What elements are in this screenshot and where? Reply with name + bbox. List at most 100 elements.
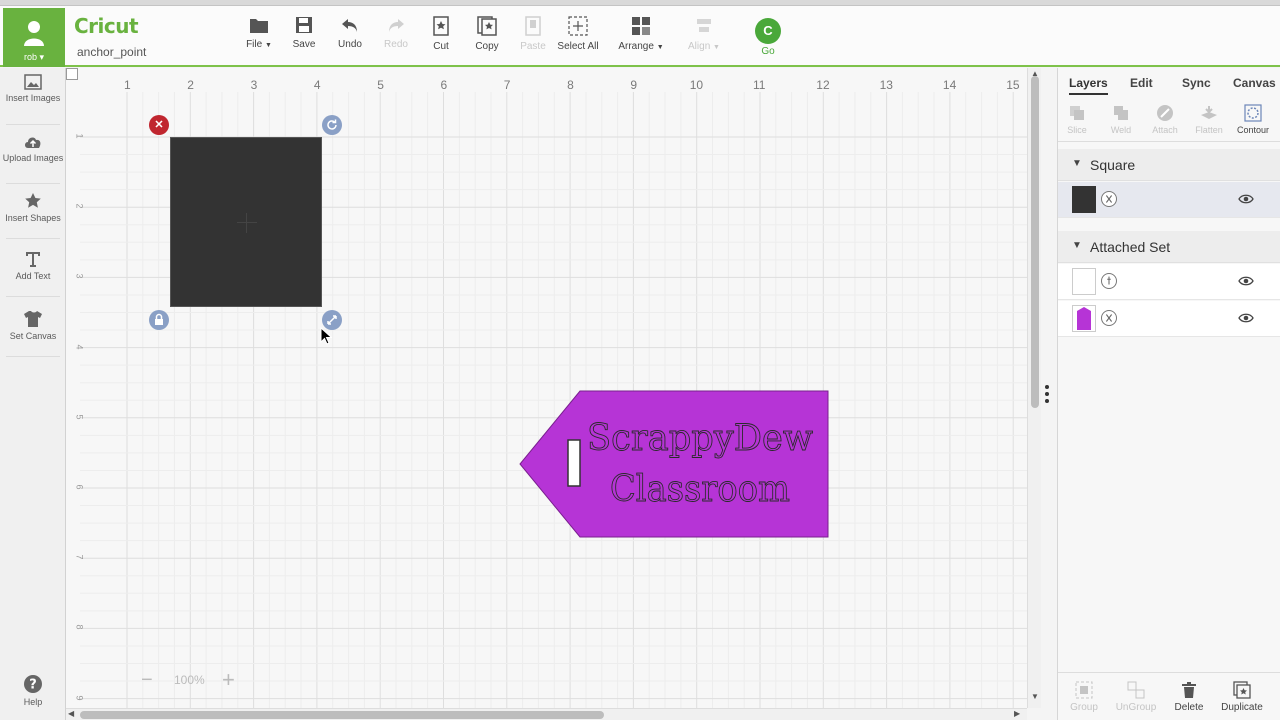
- ruler-tick-label: 3: [74, 273, 85, 279]
- layer-group-attached-set[interactable]: ▼ Attached Set: [1058, 231, 1280, 263]
- chevron-down-icon: ▼: [713, 44, 720, 51]
- zoom-level: 100%: [174, 673, 205, 687]
- layer-group-square[interactable]: ▼ Square: [1058, 149, 1280, 181]
- text-icon: [26, 252, 40, 267]
- tag-text-line2: Classroom: [610, 469, 790, 510]
- divider: [6, 296, 60, 297]
- add-text-button[interactable]: Add Text: [0, 250, 66, 281]
- folder-icon: [250, 19, 268, 33]
- undo-icon: [342, 19, 357, 32]
- zoom-in-button[interactable]: +: [222, 667, 235, 693]
- arrange-label: Arrange: [618, 41, 654, 52]
- eye-icon[interactable]: [1238, 275, 1254, 287]
- attach-button[interactable]: Attach: [1143, 104, 1187, 135]
- tag-shape[interactable]: ScrappyDew Classroom: [519, 390, 829, 538]
- rotate-handle-icon[interactable]: [322, 115, 342, 135]
- delete-handle-icon[interactable]: ✕: [149, 115, 169, 135]
- layer-row[interactable]: [1058, 182, 1280, 218]
- insert-shapes-button[interactable]: Insert Shapes: [0, 192, 66, 223]
- ruler-tick-label: 2: [187, 78, 194, 92]
- group-button[interactable]: Group: [1058, 681, 1110, 713]
- collapse-triangle-icon[interactable]: ▼: [1072, 240, 1082, 251]
- scroll-down-icon[interactable]: ▼: [1031, 692, 1039, 701]
- weld-button[interactable]: Weld: [1099, 104, 1143, 135]
- attach-icon: [1157, 105, 1173, 121]
- pen-operation-icon[interactable]: [1101, 273, 1117, 289]
- arrange-icon: [632, 17, 650, 35]
- panel-resize-grip-icon[interactable]: [1044, 384, 1050, 404]
- redo-label: Redo: [384, 39, 408, 50]
- delete-label: Delete: [1174, 702, 1204, 713]
- slice-icon: [1070, 106, 1084, 120]
- arrange-button[interactable]: Arrange ▼: [611, 16, 671, 52]
- scroll-right-icon[interactable]: ▶: [1014, 709, 1020, 718]
- scrollbar-thumb[interactable]: [1031, 76, 1039, 408]
- layer-row[interactable]: [1058, 264, 1280, 300]
- ruler-vertical: 1 2 3 4 5 6 7 8 9: [66, 68, 85, 708]
- contour-icon: [1244, 104, 1262, 122]
- tab-layers[interactable]: Layers: [1069, 76, 1108, 95]
- ruler-tick-label: 7: [74, 554, 85, 560]
- attach-label: Attach: [1152, 125, 1178, 135]
- horizontal-scrollbar[interactable]: ◀ ▶: [66, 708, 1027, 720]
- cut-operation-icon[interactable]: [1101, 191, 1117, 207]
- contour-button[interactable]: Contour: [1231, 104, 1275, 135]
- tab-canvas[interactable]: Canvas: [1233, 76, 1276, 90]
- user-menu[interactable]: rob ▾: [3, 8, 65, 67]
- insert-images-button[interactable]: Insert Images: [0, 74, 66, 103]
- square-shape[interactable]: [170, 137, 322, 307]
- design-canvas[interactable]: 1 2 3 4 5 6 7 8 9 10 11 12 13 14 15 123456789 ✕ Scrapp…: [66, 68, 1027, 708]
- zoom-out-button[interactable]: −: [141, 669, 153, 692]
- panel-bottom-bar: Group UnGroup Delete Duplicate: [1058, 672, 1280, 720]
- go-label[interactable]: Go: [748, 46, 788, 57]
- eye-icon[interactable]: [1238, 193, 1254, 205]
- scrollbar-thumb[interactable]: [80, 711, 604, 719]
- ruler-tick-label: 9: [630, 78, 638, 92]
- layer-row[interactable]: [1058, 301, 1280, 337]
- insert-shapes-label: Insert Shapes: [5, 213, 61, 223]
- copy-label: Copy: [475, 41, 499, 52]
- layer-tools: Slice Weld Attach Flatten Contour: [1058, 100, 1280, 142]
- project-name[interactable]: anchor_point: [77, 45, 146, 59]
- cut-operation-icon[interactable]: [1101, 310, 1117, 326]
- image-icon: [24, 74, 42, 90]
- set-canvas-label: Set Canvas: [9, 331, 57, 341]
- ungroup-button[interactable]: UnGroup: [1110, 681, 1162, 713]
- ruler-tick-label: 1: [124, 78, 131, 92]
- tab-sync[interactable]: Sync: [1182, 76, 1211, 90]
- align-button[interactable]: Align ▼: [674, 16, 734, 52]
- ruler-tick-label: 7: [503, 78, 511, 92]
- tag-text-line1: ScrappyDew: [587, 418, 813, 459]
- tab-edit[interactable]: Edit: [1130, 76, 1153, 90]
- ruler-tick-label: 5: [377, 78, 384, 92]
- header: rob ▾ Cricut anchor_point File ▼ Save Un…: [0, 6, 1280, 67]
- weld-label: Weld: [1110, 125, 1132, 135]
- eye-icon[interactable]: [1238, 312, 1254, 324]
- panel-tabs: Layers Edit Sync Canvas: [1058, 68, 1280, 98]
- ruler-corner[interactable]: [66, 68, 78, 80]
- set-canvas-button[interactable]: Set Canvas: [0, 310, 66, 341]
- ungroup-label: UnGroup: [1115, 702, 1157, 713]
- center-crosshair: [246, 213, 247, 233]
- ungroup-icon: [1127, 681, 1145, 699]
- duplicate-button[interactable]: Duplicate: [1216, 681, 1268, 713]
- slice-button[interactable]: Slice: [1055, 104, 1099, 135]
- file-label: File: [246, 39, 263, 50]
- help-button[interactable]: ? Help: [0, 674, 66, 707]
- contour-label: Contour: [1236, 125, 1270, 135]
- lock-handle-icon[interactable]: [149, 310, 169, 330]
- upload-images-button[interactable]: Upload Images: [0, 134, 66, 163]
- delete-button[interactable]: Delete: [1163, 681, 1215, 713]
- layer-group-name: Square: [1090, 157, 1136, 173]
- chevron-down-icon: ▼: [264, 42, 272, 49]
- go-button[interactable]: C: [755, 18, 781, 44]
- collapse-triangle-icon[interactable]: ▼: [1072, 158, 1082, 169]
- scroll-left-icon[interactable]: ◀: [68, 709, 74, 718]
- vertical-scrollbar[interactable]: ▲ ▼: [1027, 68, 1041, 708]
- layer-thumbnail: [1072, 186, 1096, 213]
- shirt-icon: [24, 311, 42, 327]
- select-all-button[interactable]: Select All: [548, 16, 608, 52]
- save-icon: [296, 17, 312, 33]
- group-icon: [1075, 681, 1093, 699]
- flatten-button[interactable]: Flatten: [1187, 104, 1231, 135]
